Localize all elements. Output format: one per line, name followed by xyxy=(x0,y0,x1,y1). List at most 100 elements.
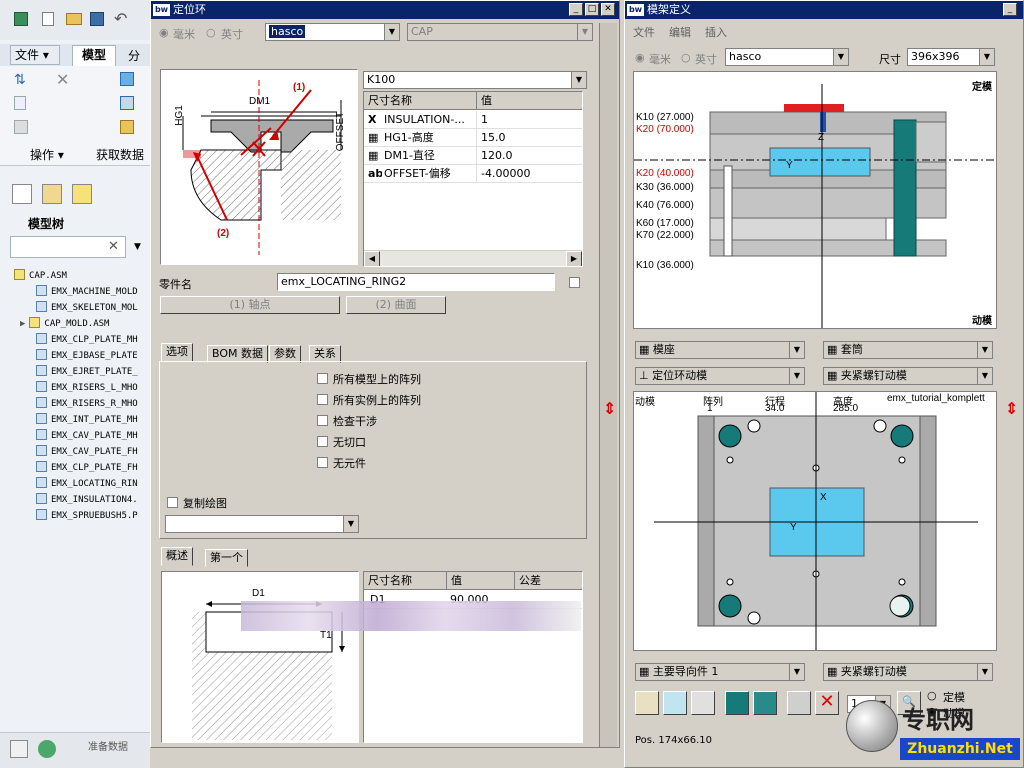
dimension-table[interactable]: 尺寸名称 值 X INSULATION-... 1 ▦ HG1-高度 15.0 ▦ DM1-直… xyxy=(363,91,583,267)
delete-plate-icon[interactable]: ✕ xyxy=(815,691,839,715)
lower-dimension-table[interactable]: 尺寸名称 值 公差 D1 90.000 xyxy=(363,571,583,743)
tree-item[interactable]: EMX_RISERS_L_MHO xyxy=(36,380,138,396)
row-value[interactable]: 1 xyxy=(476,111,488,128)
close-button[interactable]: ✕ xyxy=(601,3,615,16)
option-checkbox[interactable] xyxy=(317,436,328,447)
tab-first[interactable]: 第一个 xyxy=(205,549,248,567)
tree-item[interactable]: EMX_CAV_PLATE_FH xyxy=(36,444,138,460)
part-name-checkbox[interactable] xyxy=(569,277,580,288)
resize-red-arrow-icon[interactable]: ⇕ xyxy=(603,399,616,418)
tree-item[interactable]: EMX_INSULATION4. xyxy=(36,492,138,508)
get-data-icon-3[interactable] xyxy=(120,120,134,134)
paste-icon[interactable] xyxy=(14,120,28,134)
table-row[interactable]: ▦ DM1-直径 120.0 xyxy=(364,147,582,165)
copy-drawing-checkbox[interactable] xyxy=(167,497,178,508)
delete-x-icon[interactable]: ✕ xyxy=(56,70,69,89)
tree-item[interactable]: EMX_SPRUEBUSH5.P xyxy=(36,508,138,524)
mold-supplier-select[interactable]: hasco ▼ xyxy=(725,48,849,66)
type-select[interactable]: K100 ▼ xyxy=(363,71,587,89)
open-folder-icon[interactable] xyxy=(66,13,82,25)
tree-item[interactable]: ▶ CAP_MOLD.ASM xyxy=(20,316,109,332)
table-row[interactable]: ▦ HG1-高度 15.0 xyxy=(364,129,582,147)
mold-unit-mm-radio[interactable]: ◉ xyxy=(635,51,645,64)
table-row[interactable]: X INSULATION-... 1 xyxy=(364,111,582,129)
header-dim-name[interactable]: 尺寸名称 xyxy=(368,92,412,109)
folder-tab-icon[interactable] xyxy=(42,184,62,204)
get-data-icon-2[interactable] xyxy=(120,96,134,110)
new-file-icon[interactable] xyxy=(42,12,54,26)
menu-edit[interactable]: 编辑 xyxy=(669,24,691,40)
tree-item[interactable]: EMX_RISERS_R_MHO xyxy=(36,396,138,412)
guide-select[interactable]: ▦ 主要导向件 1 ▼ xyxy=(635,663,805,681)
base-select[interactable]: ▦ 模座 ▼ xyxy=(635,341,805,359)
sleeve-select[interactable]: ▦ 套筒 ▼ xyxy=(823,341,993,359)
save-plate-icon[interactable] xyxy=(663,691,687,715)
row-value[interactable]: -4.00000 xyxy=(476,165,530,182)
plate-list-icon[interactable] xyxy=(691,691,715,715)
stack-view-icon[interactable] xyxy=(787,691,811,715)
tree-tab-icon[interactable] xyxy=(12,184,32,204)
lower-header-name[interactable]: 尺寸名称 xyxy=(368,572,412,589)
locating-ring-titlebar[interactable]: bw 定位环 _ □ ✕ xyxy=(151,1,619,19)
tree-item[interactable]: EMX_LOCATING_RIN xyxy=(36,476,138,492)
size-select[interactable]: 396x396 ▼ xyxy=(907,48,995,66)
option-checkbox[interactable] xyxy=(317,415,328,426)
clamp-select[interactable]: ▦ 夹紧螺钉动模 ▼ xyxy=(823,367,993,385)
unit-mm-radio[interactable]: ◉ xyxy=(159,26,169,39)
minimize-button[interactable]: _ xyxy=(569,3,583,16)
tree-item[interactable]: EMX_CLP_PLATE_MH xyxy=(36,332,138,348)
clear-search-icon[interactable]: ✕ xyxy=(108,239,119,254)
drawing-select[interactable]: ▼ xyxy=(165,515,359,533)
tree-item[interactable]: EMX_EJRET_PLATE_ xyxy=(36,364,138,380)
tab-options[interactable]: 选项 xyxy=(161,343,193,362)
mold-base-titlebar[interactable]: bw 模架定义 _ xyxy=(625,1,1023,19)
mold-top-view[interactable]: X Y xyxy=(633,391,997,651)
menu-insert[interactable]: 插入 xyxy=(705,24,727,40)
copy-icon[interactable] xyxy=(14,96,26,110)
mold-unit-inch-radio[interactable]: ○ xyxy=(681,51,691,64)
expand-arrow-icon[interactable]: ▶ xyxy=(20,319,25,329)
tree-item[interactable]: EMX_INT_PLATE_MH xyxy=(36,412,138,428)
lower-header-tol[interactable]: 公差 xyxy=(514,572,541,589)
leaf-status-icon[interactable] xyxy=(38,740,56,758)
tree-item[interactable]: EMX_CLP_PLATE_FH xyxy=(36,460,138,476)
save-icon[interactable] xyxy=(90,12,104,26)
grid-status-icon[interactable] xyxy=(10,740,28,758)
tab-analysis[interactable]: 分 xyxy=(128,47,140,64)
h-scrollbar[interactable]: ◀ ▶ xyxy=(364,250,582,266)
option-checkbox[interactable] xyxy=(317,373,328,384)
get-data-icon-1[interactable] xyxy=(120,72,134,86)
clamp2-select[interactable]: ▦ 夹紧螺钉动模 ▼ xyxy=(823,663,993,681)
option-checkbox[interactable] xyxy=(317,457,328,468)
unit-inch-radio[interactable]: ○ xyxy=(206,26,216,39)
tree-item[interactable]: EMX_MACHINE_MOLD xyxy=(36,284,138,300)
tree-filter-chevron-icon[interactable]: ▼ xyxy=(134,242,141,252)
tree-root[interactable]: CAP.ASM xyxy=(14,268,67,284)
tab-model[interactable]: 模型 xyxy=(72,45,116,66)
scroll-left-arrow-icon[interactable]: ◀ xyxy=(364,251,380,266)
favorites-tab-icon[interactable] xyxy=(72,184,92,204)
undo-icon[interactable]: ↶ xyxy=(114,9,127,28)
dialog-vscroll[interactable] xyxy=(599,23,617,747)
supplier-select[interactable]: hasco ▼ xyxy=(265,23,400,41)
option-checkbox[interactable] xyxy=(317,394,328,405)
tab-file[interactable]: 文件 ▾ xyxy=(10,45,60,65)
grid-view-icon[interactable] xyxy=(753,691,777,715)
row-value[interactable]: 120.0 xyxy=(476,147,513,164)
tree-item[interactable]: EMX_CAV_PLATE_MH xyxy=(36,428,138,444)
mold-side-view[interactable]: 定模 动模 Z Y K10 (27.000) K20 (70.000) K20 (4… xyxy=(633,71,997,329)
open-plate-icon[interactable] xyxy=(635,691,659,715)
plate-view-icon[interactable] xyxy=(725,691,749,715)
group-operations[interactable]: 操作 ▾ xyxy=(30,146,64,163)
regenerate-icon[interactable]: ⇅ xyxy=(14,72,26,88)
mold-resize-red-arrow-icon[interactable]: ⇕ xyxy=(1005,399,1018,418)
tree-item[interactable]: EMX_SKELETON_MOL xyxy=(36,300,138,316)
lower-header-value[interactable]: 值 xyxy=(446,572,462,589)
menu-file[interactable]: 文件 xyxy=(633,24,655,40)
table-row[interactable]: ab OFFSET-偏移 -4.00000 xyxy=(364,165,582,183)
row-value[interactable]: 15.0 xyxy=(476,129,506,146)
scroll-right-arrow-icon[interactable]: ▶ xyxy=(566,251,582,266)
locating-select[interactable]: ⊥ 定位环动模 ▼ xyxy=(635,367,805,385)
header-value[interactable]: 值 xyxy=(476,92,492,109)
part-name-field[interactable]: emx_LOCATING_RING2 xyxy=(277,273,555,291)
